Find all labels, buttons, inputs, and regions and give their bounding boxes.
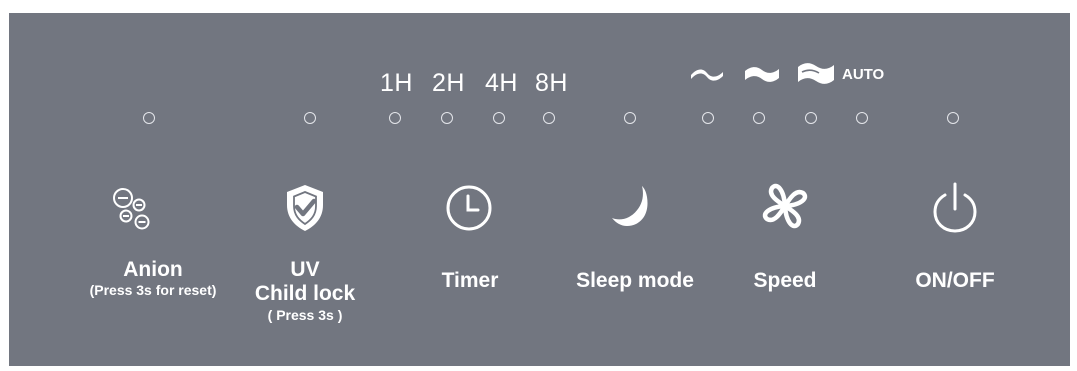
anion-label: Anion: [123, 258, 183, 281]
fan-icon: [762, 183, 808, 229]
timer-2h-led: [441, 112, 453, 124]
wind-low-icon: [691, 69, 723, 81]
timer-2h-label: 2H: [432, 69, 465, 97]
speed-button[interactable]: Speed: [729, 168, 849, 292]
speed-mid-led: [753, 112, 765, 124]
anion-led: [143, 112, 155, 124]
sleep-mode-label: Sleep mode: [576, 269, 694, 292]
timer-8h-led: [543, 112, 555, 124]
sleep-led: [624, 112, 636, 124]
sleep-mode-button[interactable]: Sleep mode: [549, 168, 719, 292]
shield-check-icon: [287, 185, 323, 231]
uv-sublabel: ( Press 3s ): [267, 307, 343, 323]
power-led: [947, 112, 959, 124]
speed-auto-label: AUTO: [842, 66, 885, 83]
uv-led: [304, 112, 316, 124]
timer-1h-led: [389, 112, 401, 124]
uv-label: UV: [290, 258, 320, 281]
clock-icon: [446, 185, 492, 231]
anion-button[interactable]: Anion (Press 3s for reset): [59, 168, 239, 303]
wind-high-icon: [798, 63, 834, 84]
child-lock-label: Child lock: [254, 282, 356, 305]
timer-button[interactable]: Timer: [419, 168, 529, 292]
power-label: ON/OFF: [915, 269, 995, 292]
anion-sublabel: (Press 3s for reset): [89, 282, 217, 298]
speed-low-led: [702, 112, 714, 124]
anion-icon: [113, 188, 150, 230]
moon-icon: [612, 186, 648, 226]
timer-8h-label: 8H: [535, 69, 568, 97]
timer-4h-label: 4H: [485, 69, 518, 97]
timer-1h-label: 1H: [380, 69, 413, 97]
control-panel: 1H 2H 4H 8H AUTO Anion (Press 3s for res…: [9, 13, 1070, 366]
speed-label: Speed: [753, 269, 817, 292]
timer-label: Timer: [441, 269, 499, 292]
speed-high-led: [805, 112, 817, 124]
uv-button[interactable]: UV Child lock ( Press 3s ): [249, 168, 389, 343]
timer-4h-led: [493, 112, 505, 124]
speed-auto-led: [856, 112, 868, 124]
power-button[interactable]: ON/OFF: [889, 168, 1019, 292]
power-icon: [933, 182, 977, 233]
wind-mid-icon: [745, 67, 779, 82]
